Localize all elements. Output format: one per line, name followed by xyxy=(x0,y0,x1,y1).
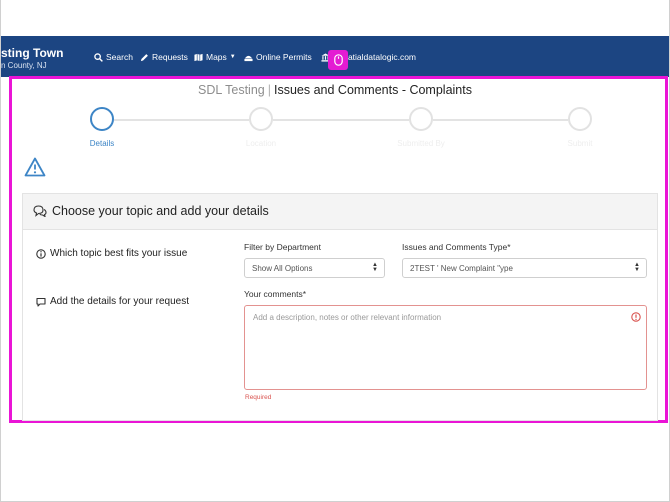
card-title: Choose your topic and add your details xyxy=(33,204,269,218)
page-title-separator: | xyxy=(267,83,271,97)
step-location-label: Location xyxy=(245,139,277,148)
nav-online-permits[interactable]: Online Permits xyxy=(244,52,312,62)
filter-department-select[interactable]: Show All Options ▲ ▼ xyxy=(244,258,385,278)
issue-type-value: 2TEST ' New Complaint "ype xyxy=(410,263,513,273)
step-details-label: Details xyxy=(89,139,115,148)
details-question: Add the details for your request xyxy=(36,296,189,307)
issue-type-select[interactable]: 2TEST ' New Complaint "ype ▲ ▼ xyxy=(402,258,647,278)
step-details-circle[interactable] xyxy=(90,107,114,131)
page-title-text: Issues and Comments - Complaints xyxy=(273,83,472,97)
brand-name[interactable]: sting Town xyxy=(1,46,63,60)
step-submitted-by-label: Submitted By xyxy=(397,139,445,148)
card-title-text: Choose your topic and add your details xyxy=(52,204,269,218)
stepper-connector xyxy=(114,119,249,121)
select-arrows-icon: ▲ ▼ xyxy=(634,262,640,273)
filter-department-label: Filter by Department xyxy=(244,242,321,252)
comments-icon xyxy=(33,205,47,217)
nav-search[interactable]: Search xyxy=(94,52,133,62)
nav-search-label: Search xyxy=(106,52,133,62)
comments-label: Your comments* xyxy=(244,289,307,299)
page-title-prefix: SDL Testing xyxy=(198,83,265,97)
pencil-icon xyxy=(140,53,148,61)
nav-maps-dropdown[interactable]: Maps ▼ xyxy=(194,52,236,62)
mouse-click-indicator xyxy=(328,50,348,70)
brand-subtitle: n County, NJ xyxy=(1,61,47,70)
topic-question-text: Which topic best fits your issue xyxy=(50,248,188,259)
info-icon xyxy=(36,248,46,259)
topic-question: Which topic best fits your issue xyxy=(36,248,187,259)
warning-icon xyxy=(24,157,46,177)
filter-department-value: Show All Options xyxy=(252,263,313,273)
step-location-circle[interactable] xyxy=(249,107,273,131)
select-arrows-icon: ▲ ▼ xyxy=(372,262,378,273)
comments-textarea[interactable]: Add a description, notes or other releva… xyxy=(244,305,647,390)
issue-type-label: Issues and Comments Type* xyxy=(402,242,511,252)
chevron-down-icon: ▼ xyxy=(229,54,236,60)
error-icon xyxy=(631,312,641,322)
comments-placeholder: Add a description, notes or other releva… xyxy=(253,313,442,322)
mouse-icon xyxy=(333,54,343,66)
details-question-text: Add the details for your request xyxy=(50,296,189,307)
search-icon xyxy=(94,52,103,62)
page-title: SDL Testing | Issues and Comments - Compla… xyxy=(0,83,670,97)
nav-requests[interactable]: Requests xyxy=(140,52,188,62)
required-message: Required xyxy=(245,394,272,401)
step-submit-circle[interactable] xyxy=(568,107,592,131)
nav-maps-label: Maps xyxy=(206,52,227,62)
step-submitted-by-circle[interactable] xyxy=(409,107,433,131)
card-header: Choose your topic and add your details xyxy=(23,194,657,230)
stepper-connector xyxy=(433,119,568,121)
nav-online-permits-label: Online Permits xyxy=(256,52,312,62)
nav-requests-label: Requests xyxy=(152,52,188,62)
browser-top-strip xyxy=(1,0,669,36)
step-submit-label: Submit xyxy=(567,139,593,148)
comment-icon xyxy=(36,297,46,307)
building-icon xyxy=(244,55,253,61)
map-icon xyxy=(194,53,203,61)
stepper-connector xyxy=(273,119,409,121)
